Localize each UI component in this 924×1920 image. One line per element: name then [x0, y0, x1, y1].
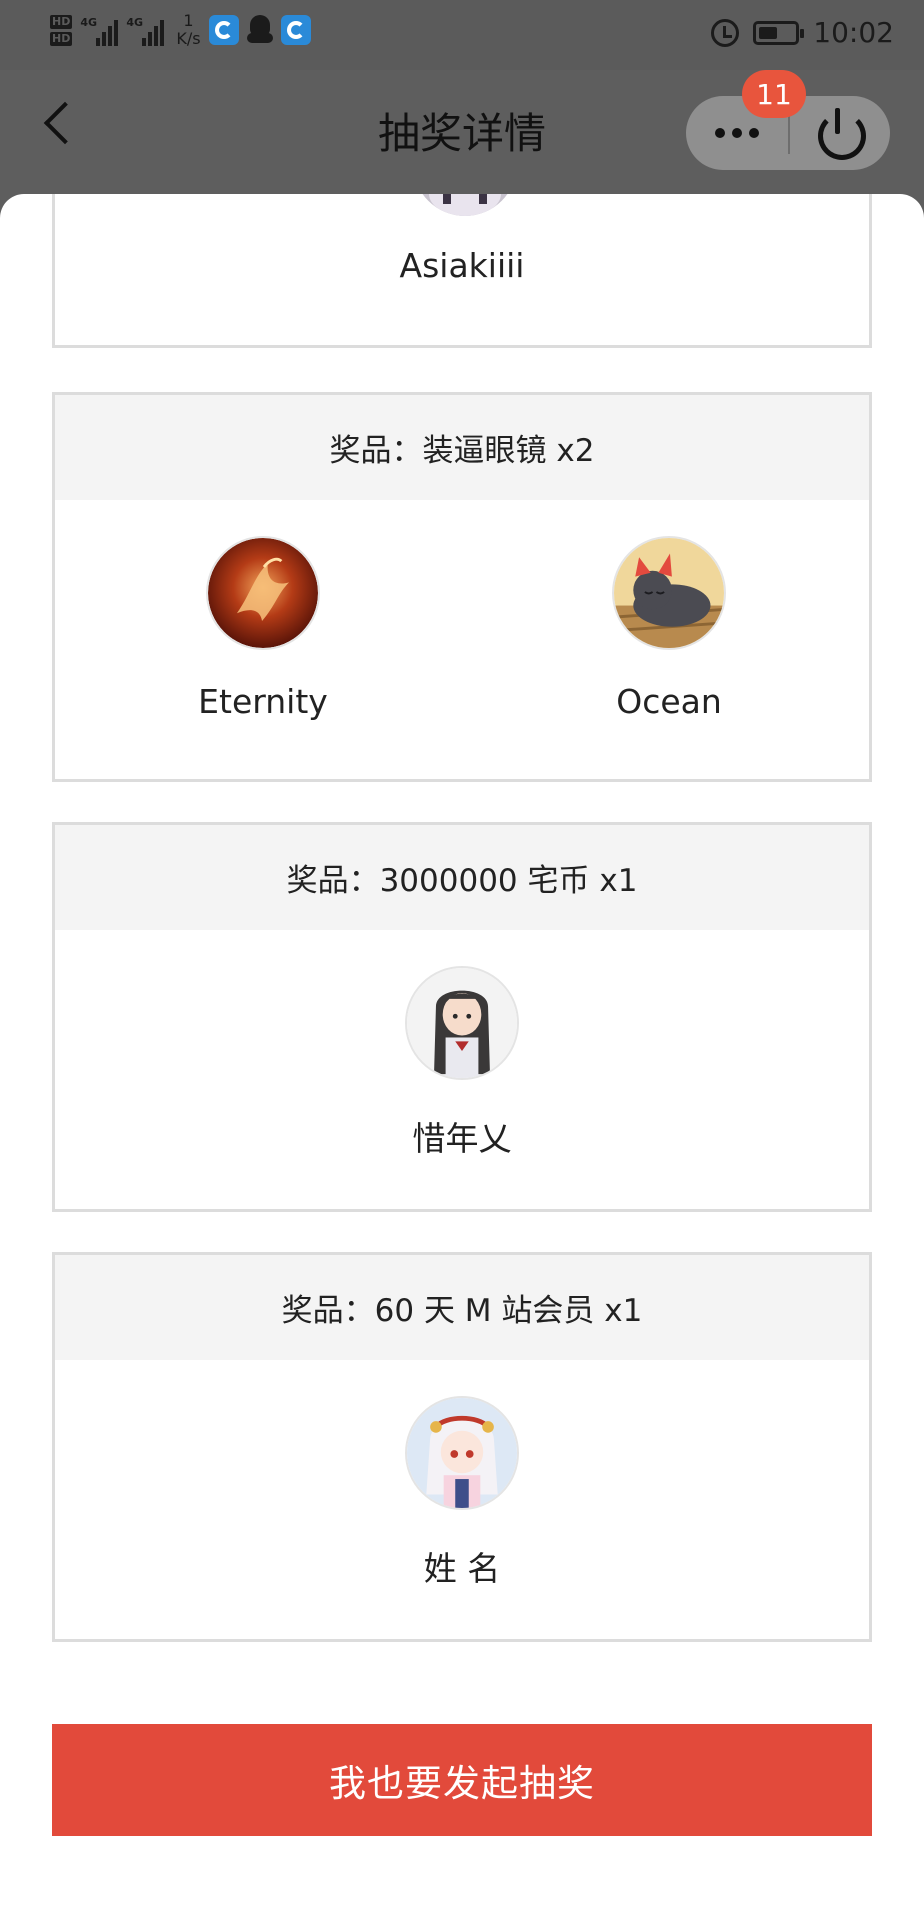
prize-title: 奖品：3000000 宅币 x1: [55, 825, 869, 930]
power-icon[interactable]: [790, 96, 890, 170]
winner-name: Asiakiiii: [399, 246, 525, 285]
prize-card: 奖品：装逼眼镜 x2 Eternity Ocean: [52, 392, 872, 782]
qq-icon: [246, 15, 273, 45]
status-bar: HD HD 4G 4G 1 K/s 10:02: [0, 0, 924, 70]
battery-icon: [753, 20, 805, 45]
prize-title: 奖品：装逼眼镜 x2: [55, 395, 869, 500]
network-label-1: 4G: [80, 16, 98, 29]
hd-indicator: HD HD: [50, 14, 73, 46]
hd-label-1: HD: [50, 14, 73, 29]
winner-name: 姓 名: [423, 1549, 501, 1588]
avatar[interactable]: [413, 194, 517, 216]
app-icon: [280, 15, 311, 45]
net-speed-value: 1: [183, 11, 194, 30]
status-right: 10:02: [711, 16, 894, 49]
notification-badge: 11: [742, 70, 806, 118]
launch-lottery-button[interactable]: 我也要发起抽奖: [52, 1724, 872, 1836]
app-icon: [208, 15, 239, 45]
hd-label-2: HD: [50, 31, 73, 46]
net-speed-unit: K/s: [176, 29, 201, 48]
phoenix-avatar[interactable]: [206, 536, 320, 650]
winner-item[interactable]: Eternity: [133, 536, 393, 721]
winner-name: Ocean: [616, 682, 722, 721]
cat-avatar[interactable]: [612, 536, 726, 650]
prize-title: 奖品：60 天 M 站会员 x1: [55, 1255, 869, 1360]
network-label-2: 4G: [126, 16, 144, 29]
prize-card: 奖品：3000000 宅币 x1 惜年乂: [52, 822, 872, 1212]
signal-icon: 4G: [80, 14, 119, 46]
signal-icon: 4G: [126, 14, 165, 46]
alarm-icon: [711, 18, 740, 47]
winner-name: Eternity: [198, 682, 328, 721]
anime-girl-white-hair-avatar[interactable]: [405, 1396, 519, 1510]
winner-name: 惜年乂: [412, 1119, 512, 1158]
previous-winner-card: Asiakiiii: [52, 194, 872, 348]
winner-item[interactable]: 姓 名: [332, 1396, 592, 1590]
winner-item[interactable]: 惜年乂: [332, 966, 592, 1160]
status-time: 10:02: [813, 16, 894, 49]
anime-girl-dark-hair-avatar[interactable]: [405, 966, 519, 1080]
winner-item[interactable]: Ocean: [539, 536, 799, 721]
prize-card: 奖品：60 天 M 站会员 x1 姓 名: [52, 1252, 872, 1642]
status-left: HD HD 4G 4G 1 K/s: [50, 12, 311, 48]
net-speed: 1 K/s: [176, 12, 200, 48]
lottery-detail-sheet: Asiakiiii 奖品：装逼眼镜 x2 Eternity Ocean 奖品：3…: [0, 194, 924, 1920]
